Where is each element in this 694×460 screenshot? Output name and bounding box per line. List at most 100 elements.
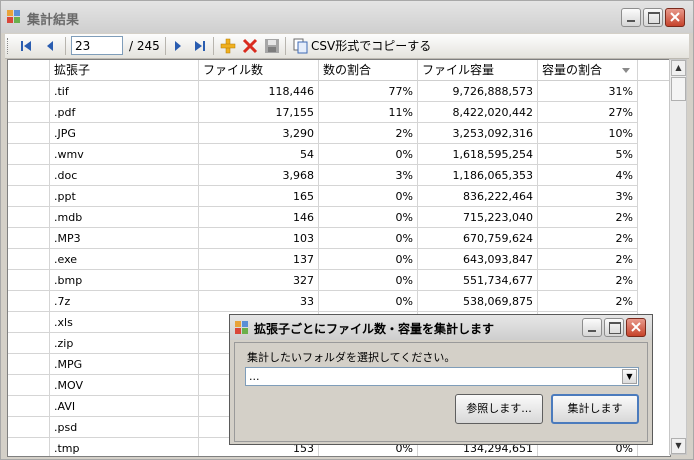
folder-combobox[interactable]: ... ▼ <box>245 367 639 386</box>
table-row[interactable]: .bmp 327 0% 551,734,677 2% <box>8 270 670 291</box>
table-cell[interactable]: 4% <box>538 165 638 186</box>
table-cell[interactable]: 2% <box>538 291 638 312</box>
table-cell[interactable]: .MPG <box>50 354 199 375</box>
table-cell[interactable]: 715,223,040 <box>418 207 538 228</box>
dialog-minimize-button[interactable] <box>582 318 602 337</box>
table-row[interactable]: .wmv 54 0% 1,618,595,254 5% <box>8 144 670 165</box>
table-cell[interactable]: 2% <box>538 207 638 228</box>
column-header[interactable]: 容量の割合 <box>538 60 638 81</box>
position-input[interactable] <box>71 36 123 55</box>
table-cell[interactable]: 0% <box>319 186 418 207</box>
row-header[interactable] <box>8 102 50 123</box>
table-cell[interactable]: .AVI <box>50 396 199 417</box>
table-cell[interactable]: .JPG <box>50 123 199 144</box>
row-header[interactable] <box>8 417 50 438</box>
table-cell[interactable]: 103 <box>199 228 319 249</box>
table-cell[interactable]: .mdb <box>50 207 199 228</box>
table-cell[interactable]: .pdf <box>50 102 199 123</box>
table-cell[interactable]: 31% <box>538 81 638 102</box>
table-cell[interactable]: .7z <box>50 291 199 312</box>
row-header[interactable] <box>8 375 50 396</box>
row-header[interactable] <box>8 207 50 228</box>
table-cell[interactable]: 0% <box>319 228 418 249</box>
table-cell[interactable]: 836,222,464 <box>418 186 538 207</box>
dialog-title-bar[interactable]: 拡張子ごとにファイル数・容量を集計します <box>230 315 652 340</box>
row-header[interactable] <box>8 312 50 333</box>
row-header[interactable] <box>8 165 50 186</box>
table-cell[interactable]: .doc <box>50 165 199 186</box>
row-header[interactable] <box>8 186 50 207</box>
dialog-maximize-button[interactable] <box>604 318 624 337</box>
table-cell[interactable]: .ppt <box>50 186 199 207</box>
first-record-button[interactable] <box>17 37 35 55</box>
table-cell[interactable]: 77% <box>319 81 418 102</box>
table-cell[interactable]: 17,155 <box>199 102 319 123</box>
table-cell[interactable]: 118,446 <box>199 81 319 102</box>
scroll-down-button[interactable]: ▼ <box>671 438 686 454</box>
table-cell[interactable]: 9,726,888,573 <box>418 81 538 102</box>
table-cell[interactable]: 2% <box>538 270 638 291</box>
table-cell[interactable]: 3% <box>538 186 638 207</box>
row-header[interactable] <box>8 438 50 456</box>
table-cell[interactable]: .tif <box>50 81 199 102</box>
table-row[interactable]: .pdf 17,155 11% 8,422,020,442 27% <box>8 102 670 123</box>
row-header[interactable] <box>8 270 50 291</box>
scroll-thumb[interactable] <box>671 77 686 101</box>
table-cell[interactable]: 0% <box>319 291 418 312</box>
table-cell[interactable]: .psd <box>50 417 199 438</box>
column-header[interactable]: ファイル容量 <box>418 60 538 81</box>
table-cell[interactable]: .zip <box>50 333 199 354</box>
table-cell[interactable]: 146 <box>199 207 319 228</box>
title-bar[interactable]: 集計結果 <box>1 1 693 33</box>
table-cell[interactable]: 538,069,875 <box>418 291 538 312</box>
row-header[interactable] <box>8 333 50 354</box>
table-row[interactable]: .mdb 146 0% 715,223,040 2% <box>8 207 670 228</box>
row-header[interactable] <box>8 123 50 144</box>
table-cell[interactable]: 2% <box>538 228 638 249</box>
table-cell[interactable]: .MP3 <box>50 228 199 249</box>
dialog-close-button[interactable] <box>626 318 646 337</box>
table-cell[interactable]: 3% <box>319 165 418 186</box>
delete-button[interactable] <box>241 37 259 55</box>
table-cell[interactable]: 137 <box>199 249 319 270</box>
table-cell[interactable]: .wmv <box>50 144 199 165</box>
row-header[interactable] <box>8 291 50 312</box>
table-cell[interactable]: 2% <box>319 123 418 144</box>
toolbar-grip[interactable] <box>7 38 11 54</box>
table-cell[interactable]: .exe <box>50 249 199 270</box>
table-cell[interactable]: 3,253,092,316 <box>418 123 538 144</box>
row-header[interactable] <box>8 354 50 375</box>
table-row[interactable]: .JPG 3,290 2% 3,253,092,316 10% <box>8 123 670 144</box>
table-cell[interactable]: 1,618,595,254 <box>418 144 538 165</box>
maximize-button[interactable] <box>643 8 663 27</box>
close-button[interactable] <box>665 8 685 27</box>
table-cell[interactable]: 10% <box>538 123 638 144</box>
table-cell[interactable]: 551,734,677 <box>418 270 538 291</box>
table-cell[interactable]: .tmp <box>50 438 199 456</box>
run-aggregate-button[interactable]: 集計します <box>551 394 639 424</box>
table-cell[interactable]: .bmp <box>50 270 199 291</box>
next-record-button[interactable] <box>169 37 187 55</box>
vertical-scrollbar[interactable]: ▲ ▼ <box>669 59 687 455</box>
table-row[interactable]: .tif 118,446 77% 9,726,888,573 31% <box>8 81 670 102</box>
table-cell[interactable]: 327 <box>199 270 319 291</box>
row-header[interactable] <box>8 249 50 270</box>
table-cell[interactable]: 643,093,847 <box>418 249 538 270</box>
previous-record-button[interactable] <box>41 37 59 55</box>
table-cell[interactable]: 3,968 <box>199 165 319 186</box>
table-row[interactable]: .MP3 103 0% 670,759,624 2% <box>8 228 670 249</box>
table-row[interactable]: .exe 137 0% 643,093,847 2% <box>8 249 670 270</box>
scroll-up-button[interactable]: ▲ <box>671 60 686 76</box>
table-row[interactable]: .doc 3,968 3% 1,186,065,353 4% <box>8 165 670 186</box>
browse-button[interactable]: 参照します... <box>455 394 543 424</box>
add-new-button[interactable] <box>219 37 237 55</box>
row-header[interactable] <box>8 144 50 165</box>
table-cell[interactable]: 0% <box>319 270 418 291</box>
minimize-button[interactable] <box>621 8 641 27</box>
table-cell[interactable]: 2% <box>538 249 638 270</box>
table-cell[interactable]: 0% <box>319 144 418 165</box>
table-row[interactable]: .ppt 165 0% 836,222,464 3% <box>8 186 670 207</box>
table-row[interactable]: .7z 33 0% 538,069,875 2% <box>8 291 670 312</box>
row-header[interactable] <box>8 228 50 249</box>
table-cell[interactable]: .xls <box>50 312 199 333</box>
